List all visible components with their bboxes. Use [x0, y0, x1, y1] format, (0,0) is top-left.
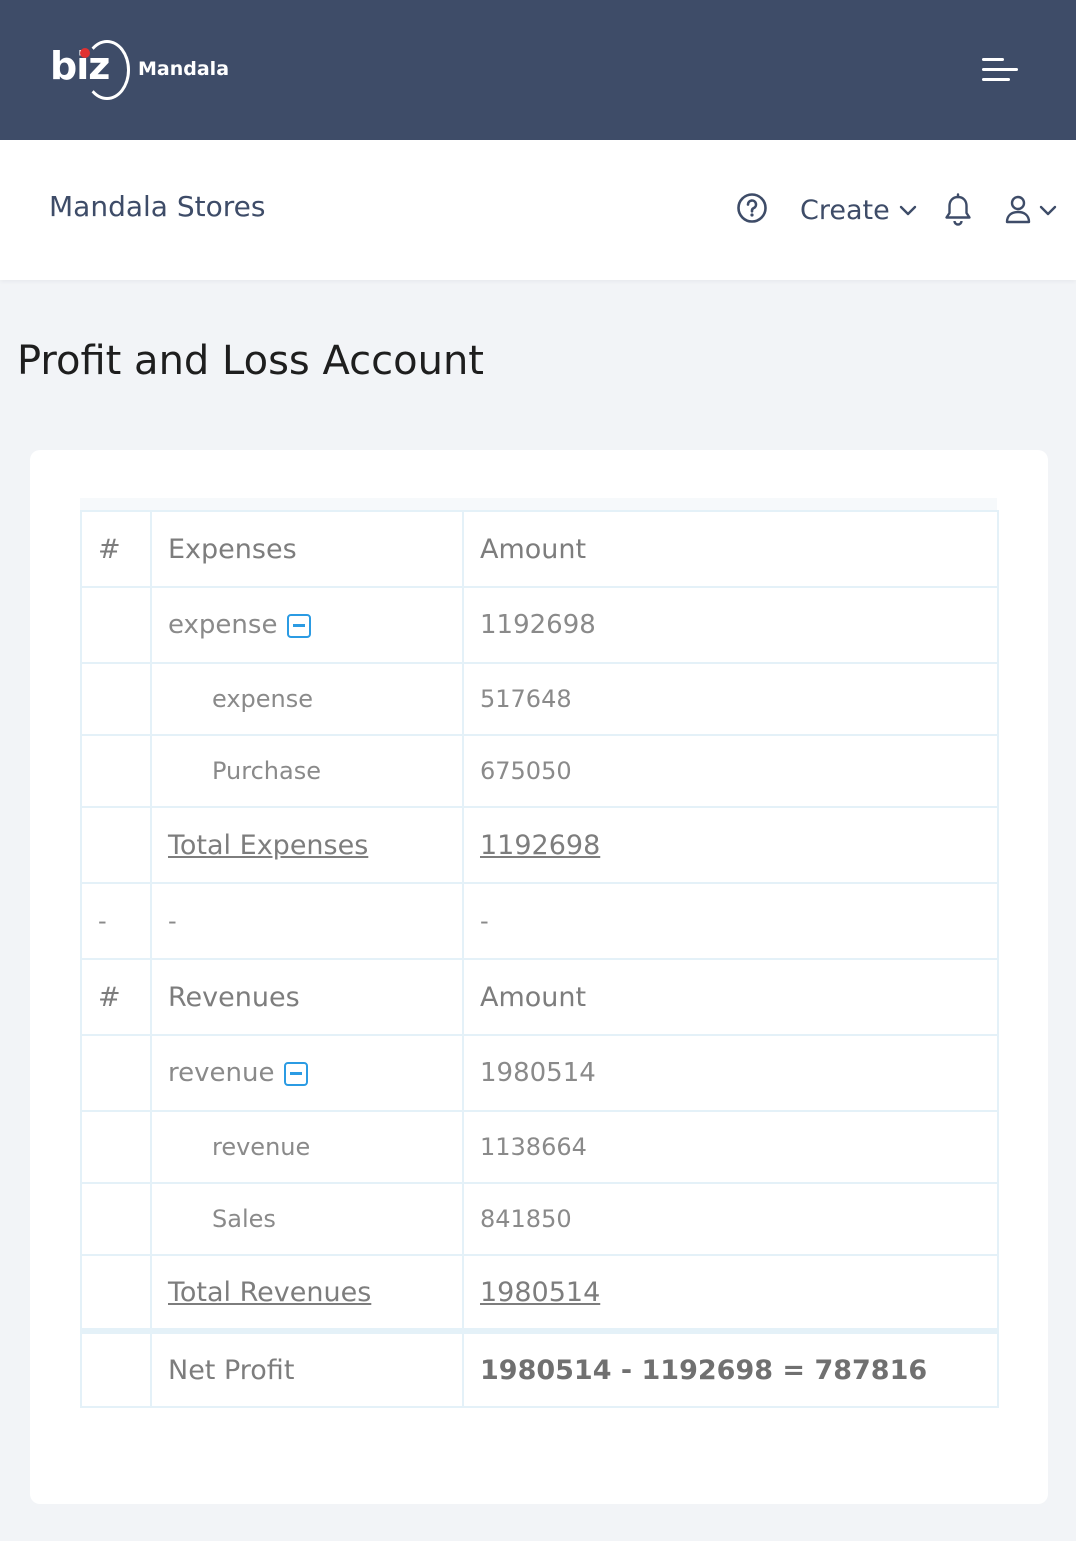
revenue-group-row: revenue 1980514	[80, 1034, 999, 1112]
revenue-group-amount: 1980514	[462, 1034, 999, 1112]
user-menu[interactable]	[1004, 194, 1060, 226]
table-row: Sales 841850	[80, 1182, 999, 1256]
expenses-header: Expenses	[150, 510, 464, 588]
brand-logo[interactable]: biz Mandala	[50, 38, 250, 102]
empty-cell	[80, 1110, 152, 1184]
revenue-item-label: revenue	[150, 1110, 464, 1184]
total-revenues-row: Total Revenues 1980514	[80, 1254, 999, 1332]
total-expenses-row: Total Expenses 1192698	[80, 806, 999, 884]
revenue-item-amount: 1138664	[462, 1110, 999, 1184]
expense-item-amount: 675050	[462, 734, 999, 808]
expense-group-label: expense	[168, 610, 278, 640]
hash-header: #	[80, 510, 152, 588]
create-label: Create	[800, 194, 890, 226]
amount-header: Amount	[462, 958, 999, 1036]
revenues-header: Revenues	[150, 958, 464, 1036]
expense-item-label: expense	[150, 662, 464, 736]
report-card: # Expenses Amount expense 1192698 expens…	[30, 450, 1048, 1504]
expense-item-label: Purchase	[150, 734, 464, 808]
net-profit-formula: 1980514 - 1192698 = 787816	[462, 1328, 999, 1408]
revenue-group-cell: revenue	[150, 1034, 464, 1112]
empty-cell	[80, 1254, 152, 1332]
logo-name: Mandala	[138, 58, 230, 80]
total-expenses-cell: Total Expenses	[150, 806, 464, 884]
total-revenues-amount-cell: 1980514	[462, 1254, 999, 1332]
table-row: revenue 1138664	[80, 1110, 999, 1184]
menu-icon[interactable]	[982, 56, 1018, 84]
store-name: Mandala Stores	[49, 190, 266, 223]
amount-header: Amount	[462, 510, 999, 588]
empty-cell	[80, 586, 152, 664]
help-icon[interactable]	[736, 192, 768, 224]
total-expenses-link[interactable]: Total Expenses	[168, 830, 368, 861]
total-revenues-cell: Total Revenues	[150, 1254, 464, 1332]
expenses-header-row: # Expenses Amount	[80, 510, 999, 588]
net-profit-label: Net Profit	[150, 1328, 464, 1408]
bell-icon[interactable]	[942, 193, 974, 227]
total-expenses-amount-link[interactable]: 1192698	[480, 830, 600, 861]
separator-row: - - -	[80, 882, 999, 960]
create-dropdown[interactable]: Create	[800, 190, 918, 230]
empty-cell	[80, 1034, 152, 1112]
expense-item-amount: 517648	[462, 662, 999, 736]
net-profit-row: Net Profit 1980514 - 1192698 = 787816	[80, 1328, 999, 1408]
total-revenues-amount-link[interactable]: 1980514	[480, 1277, 600, 1308]
collapse-icon[interactable]	[287, 613, 312, 638]
empty-cell	[80, 1328, 152, 1408]
chevron-down-icon	[899, 205, 916, 216]
table-top-strip	[80, 498, 997, 510]
user-icon	[1005, 195, 1031, 224]
total-revenues-link[interactable]: Total Revenues	[168, 1277, 371, 1308]
expense-group-amount: 1192698	[462, 586, 999, 664]
separator-cell: -	[80, 882, 152, 960]
empty-cell	[80, 662, 152, 736]
separator-cell: -	[150, 882, 464, 960]
logo-ring	[84, 40, 130, 100]
sub-header: Mandala Stores Create	[0, 140, 1076, 280]
table-row: Purchase 675050	[80, 734, 999, 808]
revenues-header-row: # Revenues Amount	[80, 958, 999, 1036]
separator-cell: -	[462, 882, 999, 960]
revenue-group-label: revenue	[168, 1058, 275, 1088]
page-title: Profit and Loss Account	[17, 338, 484, 384]
revenue-item-label: Sales	[150, 1182, 464, 1256]
top-navbar: biz Mandala	[0, 0, 1076, 140]
expense-group-row: expense 1192698	[80, 586, 999, 664]
hash-header: #	[80, 958, 152, 1036]
chevron-down-icon	[1039, 205, 1057, 216]
empty-cell	[80, 806, 152, 884]
collapse-icon[interactable]	[284, 1061, 309, 1086]
total-expenses-amount-cell: 1192698	[462, 806, 999, 884]
empty-cell	[80, 734, 152, 808]
table-row: expense 517648	[80, 662, 999, 736]
expense-group-cell: expense	[150, 586, 464, 664]
profit-loss-table: # Expenses Amount expense 1192698 expens…	[80, 510, 999, 1408]
empty-cell	[80, 1182, 152, 1256]
revenue-item-amount: 841850	[462, 1182, 999, 1256]
